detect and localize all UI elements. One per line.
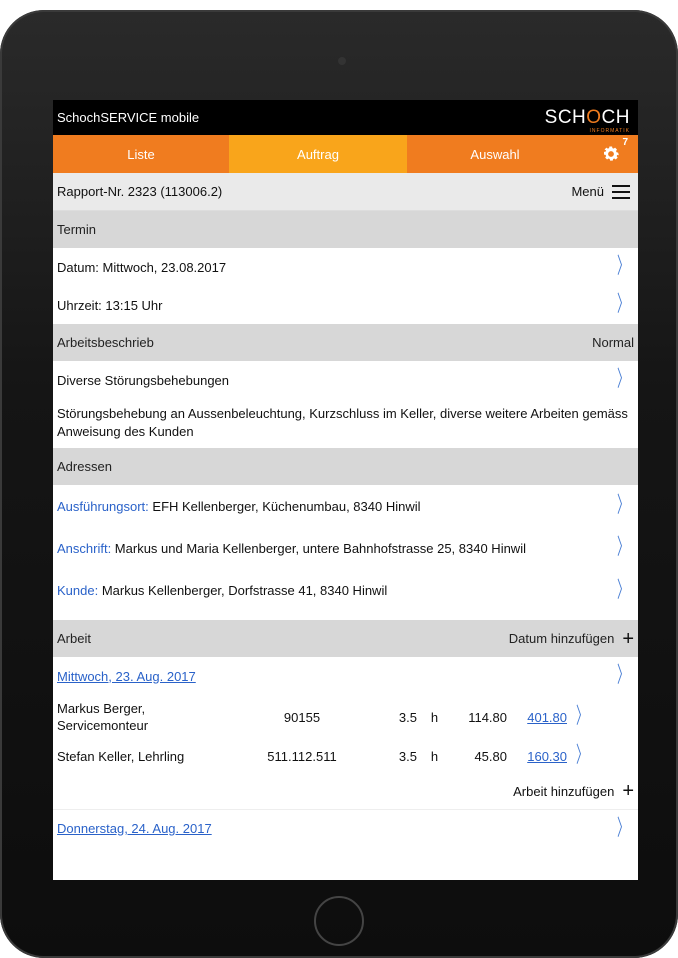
address-row-kunde[interactable]: Kunde: Markus Kellenberger, Dorfstrasse … (53, 569, 638, 612)
gear-icon (603, 146, 619, 161)
section-title: Arbeit (57, 631, 91, 646)
address-row-ausfuehrungsort[interactable]: Ausführungsort: EFH Kellenberger, Küchen… (53, 485, 638, 527)
work-hours: 3.5 (398, 748, 417, 764)
section-arbeit: Arbeit Datum hinzufügen + (53, 620, 638, 657)
rapport-number: Rapport-Nr. 2323 (113006.2) (57, 184, 223, 199)
work-total-link[interactable]: 160.30 (507, 749, 567, 764)
add-work-label: Arbeit hinzufügen (513, 783, 615, 799)
termin-uhrzeit: Uhrzeit: 13:15 Uhr (57, 297, 163, 313)
work-entry-row[interactable]: Markus Berger, Servicemonteur 90155 3.5 h… (53, 695, 638, 739)
tab-bar: Liste Auftrag Auswahl 7 (53, 135, 638, 173)
camera-dot (338, 57, 346, 65)
section-adressen: Adressen (53, 448, 638, 485)
settings-badge: 7 (622, 137, 628, 148)
plus-icon: + (622, 627, 634, 650)
chevron-right-icon[interactable]: 〉 (617, 495, 629, 517)
work-unit: h (430, 748, 439, 764)
add-date-button[interactable]: Datum hinzufügen + (509, 629, 634, 649)
hamburger-icon (612, 184, 630, 199)
work-rate: 114.80 (468, 709, 507, 725)
worker-name: Markus Berger, Servicemonteur (57, 701, 149, 733)
chevron-right-icon[interactable]: 〉 (617, 369, 629, 391)
chevron-right-icon[interactable]: 〉 (617, 817, 629, 840)
termin-datum: Datum: Mittwoch, 23.08.2017 (57, 259, 227, 275)
arbeitsbeschrieb-summary-row[interactable]: Diverse Störungsbehebungen 〉 (53, 361, 638, 399)
add-work-button[interactable]: Arbeit hinzufügen + (53, 773, 638, 809)
address-label: Ausführungsort: (57, 498, 149, 514)
tab-liste[interactable]: Liste (53, 135, 229, 173)
address-label: Anschrift: (57, 540, 112, 556)
day-link[interactable]: Mittwoch, 23. Aug. 2017 (57, 669, 196, 684)
work-code: 511.112.511 (267, 748, 337, 764)
address-label: Kunde: (57, 583, 99, 598)
arbeitsbeschrieb-summary: Diverse Störungsbehebungen (57, 372, 230, 388)
work-rate: 45.80 (474, 748, 507, 764)
termin-uhrzeit-row[interactable]: Uhrzeit: 13:15 Uhr 〉 (53, 286, 638, 324)
chevron-right-icon[interactable]: 〉 (617, 256, 629, 278)
day-link[interactable]: Donnerstag, 24. Aug. 2017 (57, 821, 212, 836)
arbeitsbeschrieb-details: Störungsbehebung an Aussenbeleuchtung, K… (57, 406, 628, 439)
priority-label: Normal (592, 335, 634, 350)
chevron-right-icon[interactable]: 〉 (617, 294, 629, 316)
work-unit: h (430, 709, 439, 725)
home-button[interactable] (314, 896, 364, 946)
plus-icon: + (622, 780, 634, 802)
termin-datum-row[interactable]: Datum: Mittwoch, 23.08.2017 〉 (53, 248, 638, 286)
section-title: Adressen (57, 459, 112, 474)
address-value: Markus und Maria Kellenberger, untere Ba… (111, 540, 526, 556)
app-screen: SchochSERVICE mobile SCHOCH INFORMATIK Li… (53, 100, 638, 880)
chevron-right-icon[interactable]: 〉 (576, 706, 588, 728)
add-date-label: Datum hinzufügen (508, 631, 615, 646)
menu-button[interactable]: Menü (571, 184, 630, 199)
address-value: EFH Kellenberger, Küchenumbau, 8340 Hinw… (148, 498, 421, 514)
section-arbeitsbeschrieb: Arbeitsbeschrieb Normal (53, 324, 638, 361)
work-total-link[interactable]: 401.80 (507, 710, 567, 725)
menu-label: Menü (571, 184, 604, 199)
tab-auftrag[interactable]: Auftrag (229, 135, 407, 173)
day-row-2[interactable]: Donnerstag, 24. Aug. 2017 〉 (53, 809, 638, 847)
worker-name: Stefan Keller, Lehrling (57, 748, 185, 764)
work-hours: 3.5 (398, 709, 417, 725)
tab-auswahl[interactable]: Auswahl (407, 135, 583, 173)
settings-button[interactable]: 7 (583, 135, 638, 173)
section-title: Termin (57, 222, 97, 237)
day-row-1[interactable]: Mittwoch, 23. Aug. 2017 〉 (53, 657, 638, 695)
section-title: Arbeitsbeschrieb (57, 335, 154, 350)
chevron-right-icon[interactable]: 〉 (576, 745, 588, 767)
section-termin: Termin (53, 211, 638, 248)
chevron-right-icon[interactable]: 〉 (617, 665, 629, 687)
chevron-right-icon[interactable]: 〉 (617, 537, 629, 559)
chevron-right-icon[interactable]: 〉 (617, 579, 629, 602)
rapport-header: Rapport-Nr. 2323 (113006.2) Menü (53, 173, 638, 211)
address-row-anschrift[interactable]: Anschrift: Markus und Maria Kellenberger… (53, 527, 638, 569)
work-code: 90155 (283, 709, 321, 725)
app-title: SchochSERVICE mobile (57, 110, 200, 125)
app-bar: SchochSERVICE mobile SCHOCH INFORMATIK (53, 100, 638, 135)
work-entry-row[interactable]: Stefan Keller, Lehrling 511.112.511 3.5 … (53, 739, 638, 773)
address-value: Markus Kellenberger, Dorfstrasse 41, 834… (98, 583, 388, 598)
schoch-logo: SCHOCH INFORMATIK (544, 107, 630, 134)
